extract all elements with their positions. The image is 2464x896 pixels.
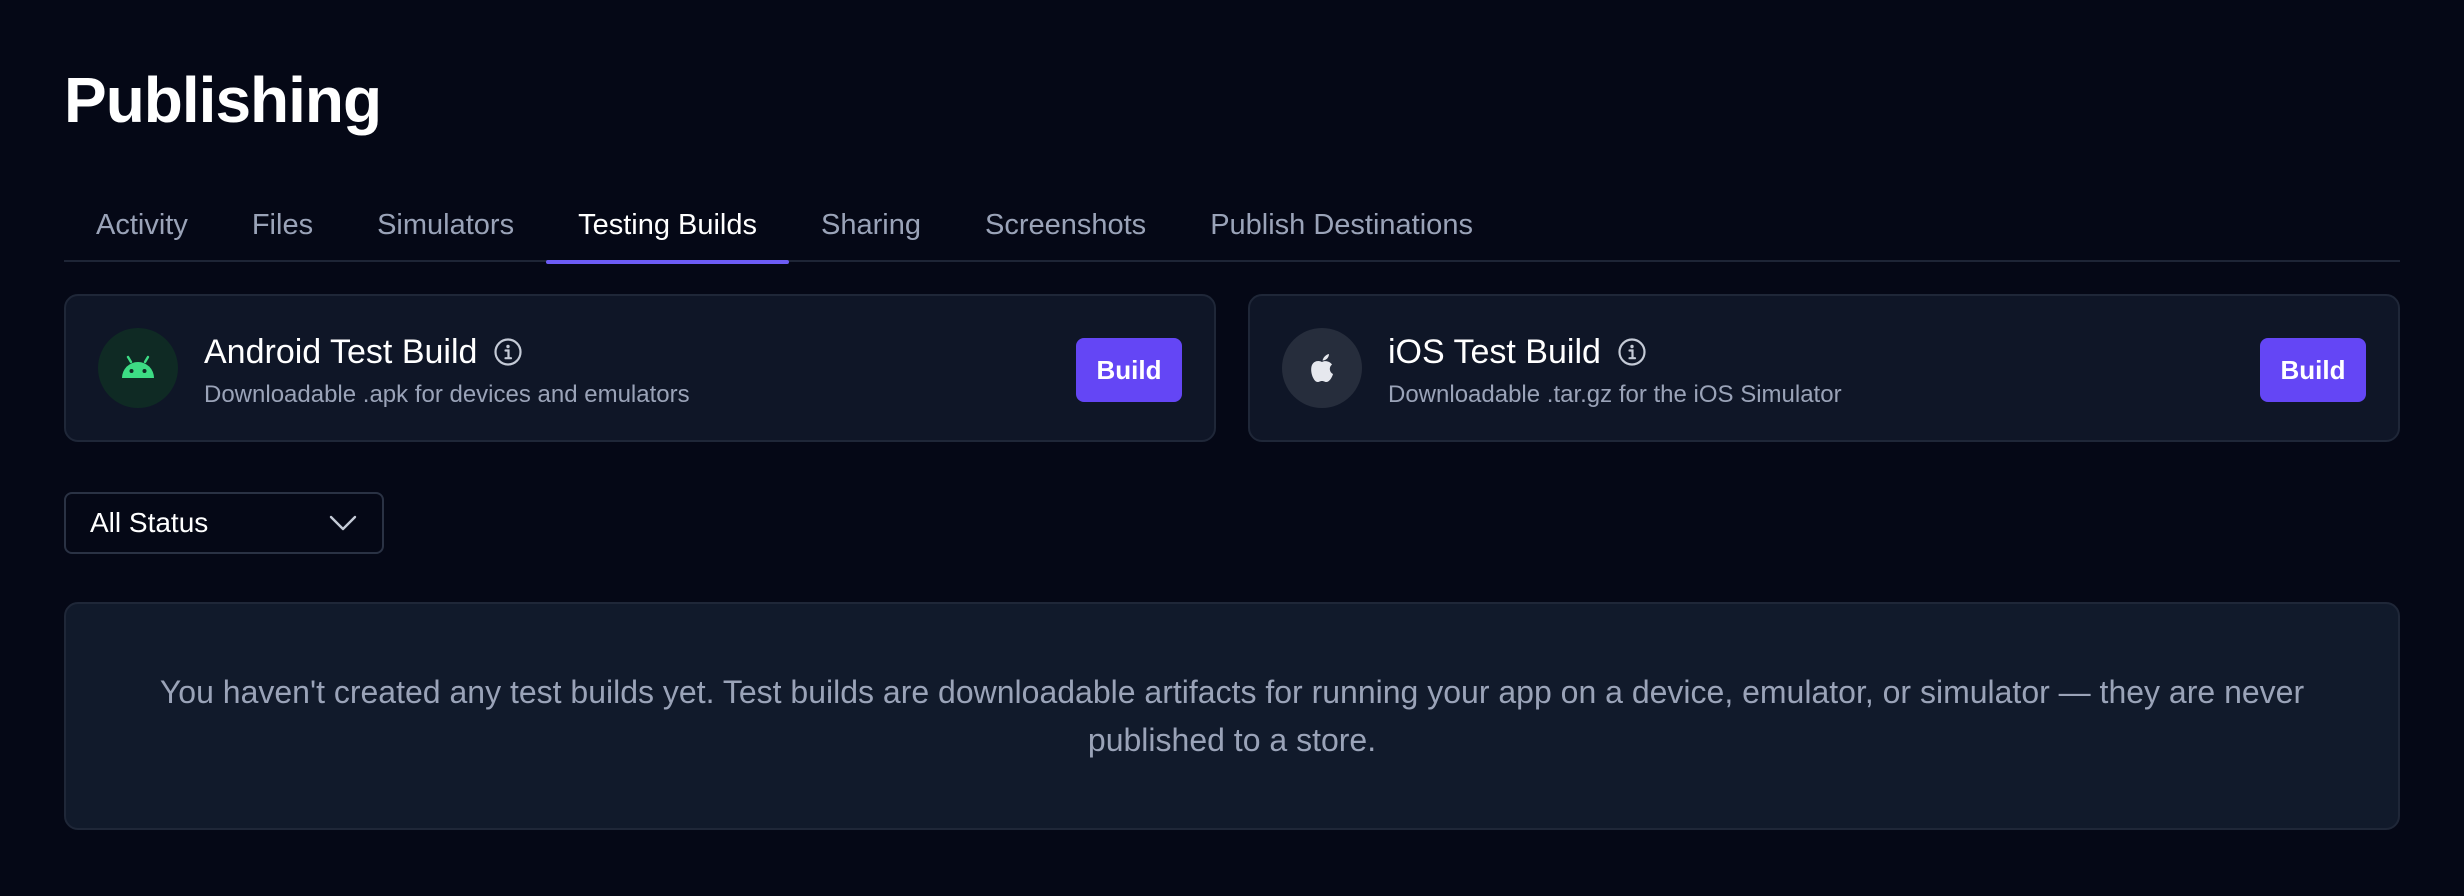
publishing-page: Publishing Activity Files Simulators Tes… [0, 0, 2464, 896]
android-build-subtitle: Downloadable .apk for devices and emulat… [204, 381, 690, 408]
empty-state-message: You haven't created any test builds yet.… [159, 674, 2305, 758]
chevron-down-icon [328, 513, 358, 533]
tab-testing-builds[interactable]: Testing Builds [546, 196, 789, 264]
ios-build-button[interactable]: Build [2260, 338, 2366, 402]
tab-publish-destinations[interactable]: Publish Destinations [1178, 196, 1505, 262]
android-title-row: Android Test Build [204, 332, 523, 372]
ios-title-row: iOS Test Build [1388, 332, 1647, 372]
tab-simulators[interactable]: Simulators [345, 196, 546, 262]
ios-build-title: iOS Test Build [1388, 333, 1601, 371]
status-filter-value: All Status [90, 507, 209, 538]
tab-activity[interactable]: Activity [64, 196, 220, 262]
info-icon[interactable] [493, 337, 523, 367]
tab-screenshots[interactable]: Screenshots [953, 196, 1178, 262]
android-build-title: Android Test Build [204, 333, 478, 371]
tab-files[interactable]: Files [220, 196, 345, 262]
status-filter-select[interactable]: All Status [64, 492, 384, 554]
android-icon [98, 328, 178, 408]
android-build-card: Android Test Build Downloadable .apk for… [64, 294, 1216, 442]
ios-build-subtitle: Downloadable .tar.gz for the iOS Simulat… [1388, 381, 1842, 408]
empty-state-panel: You haven't created any test builds yet.… [64, 602, 2400, 830]
info-icon[interactable] [1617, 337, 1647, 367]
android-build-button[interactable]: Build [1076, 338, 1182, 402]
page-title: Publishing [64, 64, 382, 136]
ios-build-card: iOS Test Build Downloadable .tar.gz for … [1248, 294, 2400, 442]
apple-icon [1282, 328, 1362, 408]
tab-bar: Activity Files Simulators Testing Builds… [64, 196, 2400, 264]
tab-sharing[interactable]: Sharing [789, 196, 953, 262]
